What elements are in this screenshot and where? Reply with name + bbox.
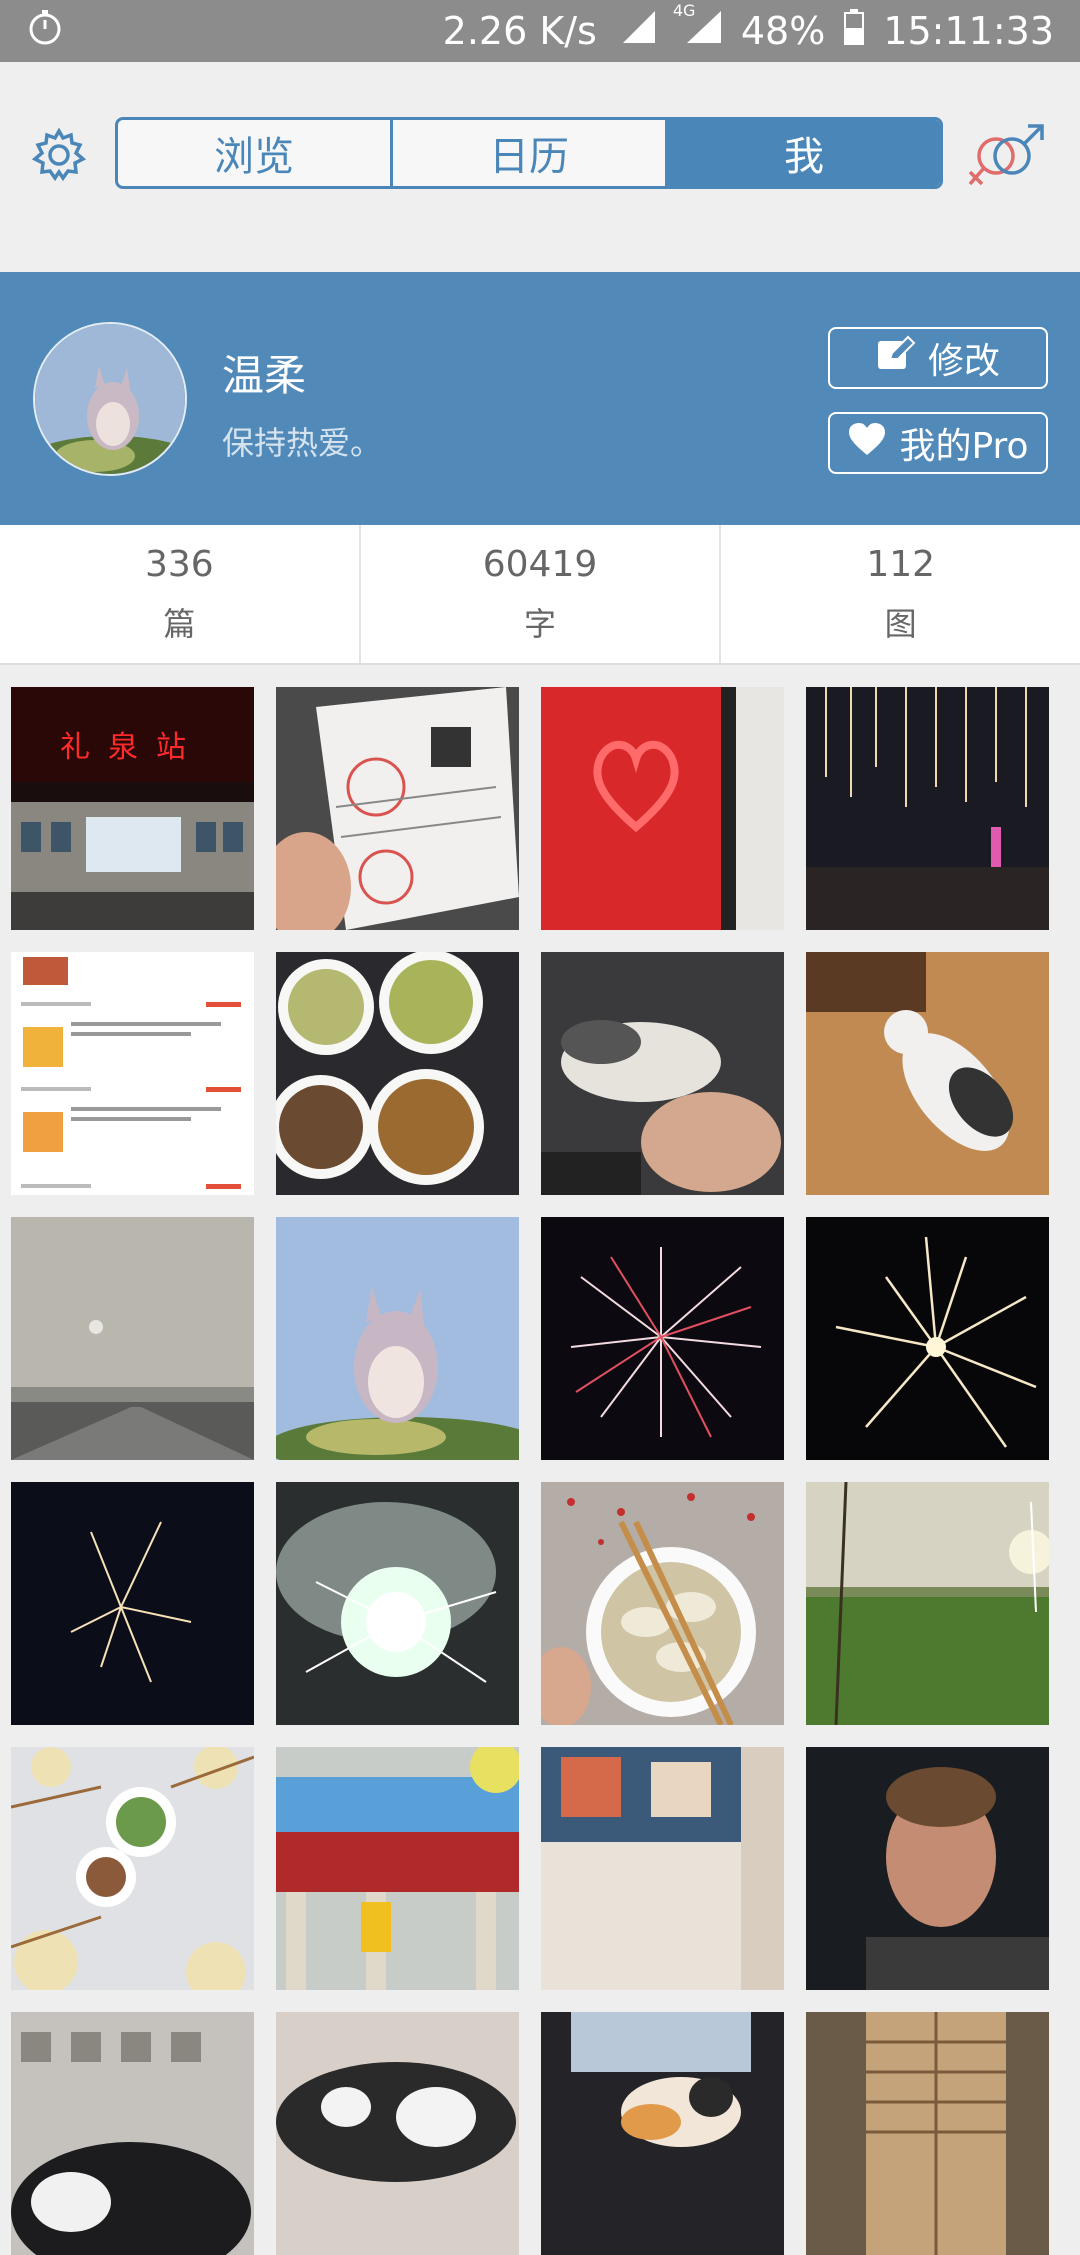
tab-calendar[interactable]: 日历 — [390, 120, 665, 186]
photo-paper-art[interactable] — [541, 1747, 784, 1990]
edit-label: 修改 — [927, 341, 1000, 382]
gear-icon[interactable] — [30, 126, 88, 184]
stat-images[interactable]: 112 图 — [719, 525, 1080, 663]
signal-4g-icon: 4G — [673, 1, 723, 54]
avatar[interactable] — [33, 322, 187, 476]
stat-images-unit: 图 — [884, 604, 917, 643]
photo-food-plates[interactable] — [276, 952, 519, 1195]
network-type: 4G — [672, 0, 696, 20]
photo-fireworks-3[interactable] — [11, 1482, 254, 1725]
photo-man-portrait[interactable] — [806, 1747, 1049, 1990]
photo-order-list[interactable] — [11, 952, 254, 1195]
gender-icon[interactable] — [966, 122, 1048, 192]
stat-words[interactable]: 60419 字 — [358, 525, 720, 663]
stat-words-unit: 字 — [524, 604, 557, 643]
photo-cat-floor[interactable] — [806, 952, 1049, 1195]
photo-fireworks-1[interactable] — [541, 1217, 784, 1460]
photo-cat-hand[interactable] — [541, 952, 784, 1195]
stopwatch-icon — [26, 8, 64, 55]
photo-green-field[interactable] — [806, 1482, 1049, 1725]
photo-red-pin-heart[interactable] — [541, 687, 784, 930]
photo-foggy-road[interactable] — [11, 1217, 254, 1460]
my-pro-button[interactable]: 我的Pro — [828, 412, 1048, 474]
profile-header: 温柔 保持热爱。 修改 我的Pro — [0, 272, 1080, 525]
user-motto: 保持热爱。 — [222, 424, 383, 462]
tab-bar: 浏览 日历 我 — [115, 117, 943, 189]
photo-totoro[interactable] — [276, 1217, 519, 1460]
photo-fireworks-smoke[interactable] — [276, 1482, 519, 1725]
photo-dumplings[interactable] — [541, 1482, 784, 1725]
status-bar: 2.26 K/s 4G 48% 15:11:33 — [0, 0, 1080, 62]
stats-row: 336 篇 60419 字 112 图 — [0, 525, 1080, 665]
stat-posts-value: 336 — [144, 543, 214, 585]
photo-fireworks-2[interactable] — [806, 1217, 1049, 1460]
photo-night-lights[interactable] — [806, 687, 1049, 930]
photo-receipt[interactable] — [276, 687, 519, 930]
station-sign-text: 礼泉站 — [60, 730, 204, 765]
battery-icon — [843, 8, 865, 55]
stat-images-value: 112 — [866, 543, 936, 585]
pro-label: 我的Pro — [899, 426, 1029, 467]
network-speed: 2.26 K/s — [442, 9, 597, 53]
stat-words-value: 60419 — [482, 543, 598, 585]
user-name: 温柔 — [222, 351, 307, 400]
photo-cat-building[interactable] — [11, 2012, 254, 2255]
edit-icon — [876, 335, 916, 382]
photo-cat-sleeping[interactable] — [276, 2012, 519, 2255]
photo-toll-gate[interactable] — [276, 1747, 519, 1990]
signal-icon — [621, 9, 657, 54]
heart-icon — [847, 421, 887, 466]
edit-profile-button[interactable]: 修改 — [828, 327, 1048, 389]
tab-browse[interactable]: 浏览 — [118, 120, 390, 186]
photo-train-station[interactable]: 礼泉站 — [11, 687, 254, 930]
photo-cat-window[interactable] — [541, 2012, 784, 2255]
photo-lockers[interactable] — [806, 2012, 1049, 2255]
battery-level: 48% — [740, 9, 826, 53]
tab-me[interactable]: 我 — [665, 120, 940, 186]
photo-grid: 礼泉站 — [11, 687, 1069, 2255]
top-nav: 浏览 日历 我 — [0, 62, 1080, 272]
photo-dinner-table[interactable] — [11, 1747, 254, 1990]
stat-posts[interactable]: 336 篇 — [0, 525, 359, 663]
clock: 15:11:33 — [883, 9, 1054, 53]
stat-posts-unit: 篇 — [163, 604, 196, 643]
